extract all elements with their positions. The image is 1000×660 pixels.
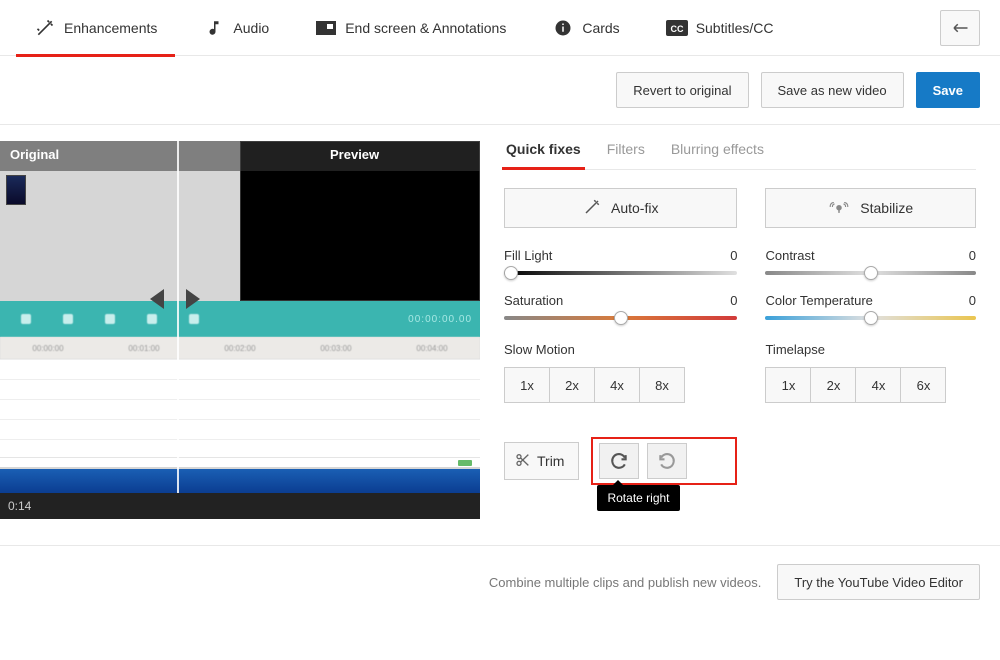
slow-motion-label: Slow Motion [504,342,737,357]
time-4x[interactable]: 4x [855,367,901,403]
os-taskbar [0,469,480,493]
tab-label: Cards [582,20,619,36]
slider-label: Saturation [504,293,563,308]
music-note-icon [203,17,225,39]
contrast-slider[interactable]: Contrast 0 [765,248,976,275]
subtab-blurring[interactable]: Blurring effects [669,141,766,169]
endscreen-icon [315,17,337,39]
footer-text: Combine multiple clips and publish new v… [489,575,761,590]
rotate-highlight-box: Rotate right [591,437,737,485]
scissors-icon [515,452,531,471]
autofix-button[interactable]: Auto-fix [504,188,737,228]
tab-enhancements[interactable]: Enhancements [20,0,171,56]
cc-icon: CC [666,17,688,39]
time-1x[interactable]: 1x [765,367,811,403]
slow-4x[interactable]: 4x [594,367,640,403]
tab-subtitles[interactable]: CC Subtitles/CC [652,0,788,56]
wand-icon [583,198,601,219]
preview-label: Preview [240,141,480,171]
saturation-slider[interactable]: Saturation 0 [504,293,737,320]
slider-value: 0 [730,293,737,308]
time-2x[interactable]: 2x [810,367,856,403]
stabilize-label: Stabilize [860,200,913,216]
slider-label: Contrast [765,248,814,263]
timelapse-options: 1x 2x 4x 6x [765,367,976,403]
trim-label: Trim [537,453,564,469]
slow-motion-options: 1x 2x 4x 8x [504,367,737,403]
tab-label: Enhancements [64,20,157,36]
action-bar: Revert to original Save as new video Sav… [0,56,1000,125]
slow-8x[interactable]: 8x [639,367,685,403]
trim-button[interactable]: Trim [504,442,579,480]
top-tabs: Enhancements Audio End screen & Annotati… [0,0,1000,56]
editor-toolbar: 00:00:00.00 [0,301,480,337]
stabilize-icon [828,198,850,219]
timeline-tracks [0,359,480,459]
timeline-ruler: 00:00:0000:01:0000:02:0000:03:0000:04:00 [0,337,480,359]
slider-value: 0 [969,293,976,308]
slider-value: 0 [730,248,737,263]
compare-slider[interactable] [176,141,180,493]
slider-label: Fill Light [504,248,552,263]
tab-endscreen[interactable]: End screen & Annotations [301,0,520,56]
timelapse-label: Timelapse [765,342,976,357]
preview-body[interactable]: 00:00:00.00 00:00:0000:01:0000:02:0000:0… [0,141,480,493]
tab-audio[interactable]: Audio [189,0,283,56]
slow-1x[interactable]: 1x [504,367,550,403]
preview-pane: Original Preview 00:00:00.00 00:00:0000:… [0,141,480,519]
original-label: Original [0,141,240,171]
subtab-filters[interactable]: Filters [605,141,647,169]
rotate-right-button[interactable] [599,443,639,479]
revert-button[interactable]: Revert to original [616,72,748,108]
wand-icon [34,17,56,39]
save-as-new-button[interactable]: Save as new video [761,72,904,108]
footer-bar: Combine multiple clips and publish new v… [0,545,1000,600]
fill-light-slider[interactable]: Fill Light 0 [504,248,737,275]
subtab-quick-fixes[interactable]: Quick fixes [504,141,583,169]
info-icon [552,17,574,39]
rotate-right-tooltip: Rotate right [597,485,679,511]
stabilize-button[interactable]: Stabilize [765,188,976,228]
color-temp-slider[interactable]: Color Temperature 0 [765,293,976,320]
tab-label: End screen & Annotations [345,20,506,36]
slow-2x[interactable]: 2x [549,367,595,403]
slider-value: 0 [969,248,976,263]
time-6x[interactable]: 6x [900,367,946,403]
tab-label: Subtitles/CC [696,20,774,36]
playhead-time: 0:14 [8,499,31,513]
autofix-label: Auto-fix [611,200,658,216]
save-button[interactable]: Save [916,72,980,108]
timeline-time: 00:00:00.00 [408,314,472,325]
compare-arrow-right-icon[interactable] [186,289,200,309]
tab-cards[interactable]: Cards [538,0,633,56]
try-editor-button[interactable]: Try the YouTube Video Editor [777,564,980,600]
rotate-left-button[interactable] [647,443,687,479]
back-button[interactable] [940,10,980,46]
player-controls[interactable]: 0:14 [0,493,480,519]
svg-text:CC: CC [670,24,683,34]
slider-label: Color Temperature [765,293,872,308]
compare-arrow-left-icon[interactable] [150,289,164,309]
clip-thumbnail [6,175,26,205]
tab-label: Audio [233,20,269,36]
settings-panel: Quick fixes Filters Blurring effects Aut… [504,141,984,519]
